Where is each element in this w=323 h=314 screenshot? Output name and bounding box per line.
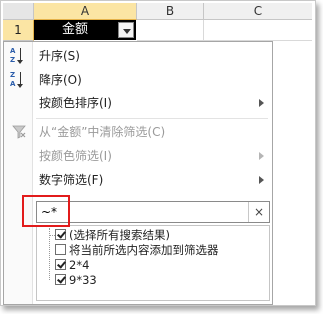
- checkbox[interactable]: [55, 244, 66, 255]
- menu-item-sort-by-color[interactable]: 按颜色排序(I): [4, 92, 272, 114]
- column-header-c[interactable]: C: [204, 3, 312, 20]
- select-all-corner[interactable]: [3, 3, 34, 20]
- column-header-b[interactable]: B: [137, 3, 204, 20]
- submenu-arrow-icon: [259, 99, 264, 107]
- menu-item-sort-descending[interactable]: ZA 降序(O): [4, 69, 272, 91]
- list-item-label: (选择所有搜索结果): [69, 228, 170, 242]
- sort-ascending-icon: AZ: [10, 47, 28, 65]
- list-item-label: 9*33: [69, 273, 97, 287]
- menu-item-label: 升序(S): [39, 49, 80, 63]
- menu-item-clear-filter: 从“金额”中清除筛选(C): [4, 121, 272, 143]
- column-header-a[interactable]: A: [34, 3, 137, 20]
- sort-descending-icon: ZA: [10, 71, 28, 89]
- menu-item-number-filters[interactable]: 数字筛选(F): [4, 169, 272, 191]
- checkbox[interactable]: [55, 259, 66, 270]
- search-box[interactable]: ×: [36, 201, 270, 223]
- menu-item-label: 按颜色排序(I): [39, 96, 112, 110]
- list-item-label: 将当前所选内容添加到筛选器: [69, 243, 219, 257]
- menu-item-label: 从“金额”中清除筛选(C): [39, 125, 166, 139]
- filter-dropdown-button[interactable]: [118, 22, 134, 38]
- menu-item-label: 降序(O): [39, 73, 82, 87]
- submenu-arrow-icon: [259, 152, 264, 160]
- search-input[interactable]: [41, 203, 241, 221]
- autofilter-menu: AZ 升序(S) ZA 降序(O) 按颜色排序(I) 从“金额”中清除筛选(C)…: [3, 41, 273, 305]
- clear-filter-icon: [12, 125, 26, 139]
- menu-separator: [36, 118, 268, 119]
- menu-item-sort-ascending[interactable]: AZ 升序(S): [4, 45, 272, 67]
- checkbox[interactable]: [55, 229, 66, 240]
- cell-a1-text: 金额: [61, 22, 88, 37]
- filter-values-list: (选择所有搜索结果) 将当前所选内容添加到筛选器 2*4 9*33: [36, 225, 270, 301]
- cell-c1[interactable]: [204, 20, 312, 41]
- list-item-label: 2*4: [69, 258, 90, 272]
- checkbox[interactable]: [55, 274, 66, 285]
- menu-item-label: 按颜色筛选(I): [39, 149, 112, 163]
- highlight-box: [22, 195, 70, 227]
- menu-item-label: 数字筛选(F): [39, 173, 104, 187]
- cell-b1[interactable]: [137, 20, 204, 41]
- screenshot-frame: A B C 1 金额 AZ 升序(S) ZA 降序(O) 按颜色排序(I) 从“…: [0, 0, 316, 306]
- submenu-arrow-icon: [259, 176, 264, 184]
- row-header-1[interactable]: 1: [3, 20, 34, 41]
- clear-search-icon[interactable]: ×: [248, 202, 269, 222]
- menu-item-filter-by-color: 按颜色筛选(I): [4, 145, 272, 167]
